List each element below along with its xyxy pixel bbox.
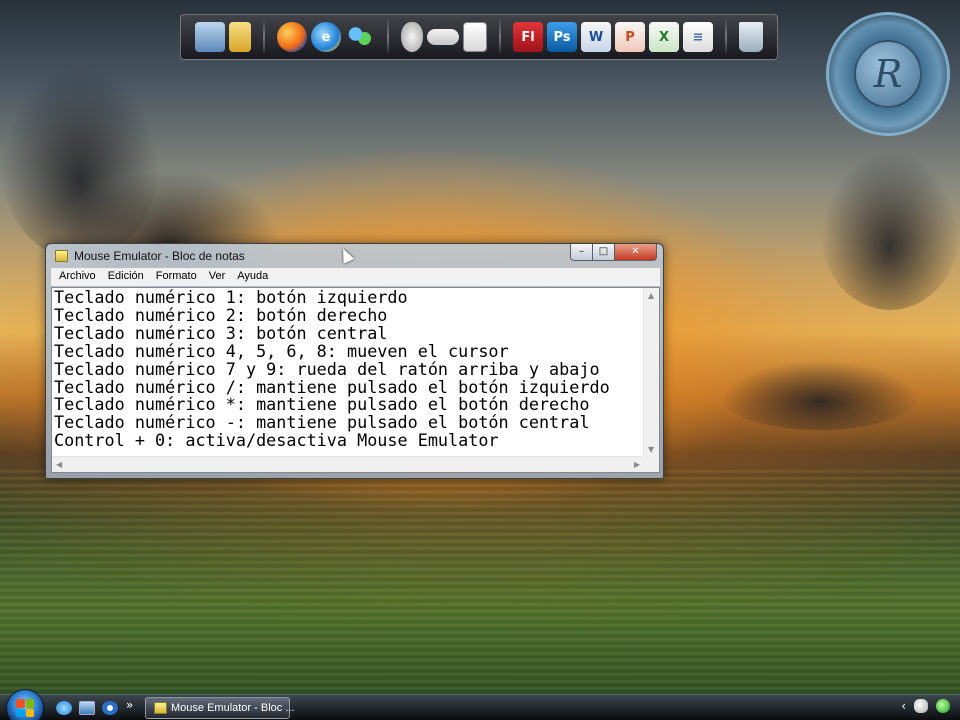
wallpaper-cloud [820,150,960,310]
firefox-icon[interactable] [277,22,307,52]
tray-chevron-icon[interactable]: ‹ [901,699,906,713]
mouse-emulator-tray-icon[interactable] [914,699,928,713]
logo-letter: R [854,40,922,108]
scroll-left-arrow-icon[interactable]: ◀ [56,460,62,469]
wallpaper-cloud [0,60,160,260]
text-content[interactable]: Teclado numérico 1: botón izquierdo Tecl… [52,288,644,457]
mouse-icon[interactable] [401,22,423,52]
close-button[interactable]: ✕ [615,244,657,261]
text-editor[interactable]: Teclado numérico 1: botón izquierdo Tecl… [51,287,660,473]
menu-formato[interactable]: Formato [150,268,203,286]
notepad-icon [55,250,68,262]
internet-explorer-icon[interactable] [56,701,72,715]
horizontal-scrollbar[interactable]: ◀ ▶ [52,456,644,472]
window-controls: – □ ✕ [570,244,657,261]
system-tray: ‹ [901,699,950,713]
wallpaper-sea [0,470,960,720]
flash-icon[interactable]: Fl [513,22,543,52]
menu-bar: Archivo Edición Formato Ver Ayuda [51,268,660,286]
menu-edicion[interactable]: Edición [102,268,150,286]
logo-badge: R [826,12,950,136]
dock-separator [263,20,265,54]
document-icon[interactable]: ≡ [683,22,713,52]
computer-icon[interactable] [195,22,225,52]
menu-archivo[interactable]: Archivo [53,268,102,286]
minimize-button[interactable]: – [570,244,593,261]
text-line: Teclado numérico 4, 5, 6, 8: mueven el c… [54,340,509,361]
notepad-icon[interactable] [463,22,487,52]
text-line: Teclado numérico 7 y 9: rueda del ratón … [54,358,600,379]
media-player-icon[interactable] [102,701,118,715]
maximize-button[interactable]: □ [593,244,615,261]
vertical-scrollbar[interactable]: ▲ ▼ [643,288,659,457]
dock-separator [499,20,501,54]
excel-icon[interactable]: X [649,22,679,52]
messenger-icon[interactable] [345,22,375,52]
keyboard-icon[interactable] [427,29,459,45]
scroll-down-arrow-icon[interactable]: ▼ [648,445,654,454]
taskbar-button-notepad[interactable]: Mouse Emulator - Bloc ... [145,697,295,719]
scroll-up-arrow-icon[interactable]: ▲ [648,291,654,300]
window-title: Mouse Emulator - Bloc de notas [74,249,245,263]
quicklaunch-chevron-icon[interactable]: » [126,698,133,712]
taskbar: » Mouse Emulator - Bloc ... ‹ [0,689,960,720]
notepad-window: Mouse Emulator - Bloc de notas – □ ✕ Arc… [45,243,664,479]
dock-separator [387,20,389,54]
window-titlebar[interactable]: Mouse Emulator - Bloc de notas – □ ✕ [46,244,663,268]
photoshop-icon[interactable]: Ps [547,22,577,52]
folder-icon[interactable] [229,22,251,52]
word-icon[interactable]: W [581,22,611,52]
top-dock: e Fl Ps W P X ≡ [180,14,778,60]
wallpaper-cloud [720,360,920,430]
scroll-right-arrow-icon[interactable]: ▶ [634,460,640,469]
windows-logo-icon [16,699,34,717]
menu-ayuda[interactable]: Ayuda [231,268,274,286]
taskbar-button-label: Mouse Emulator - Bloc ... [171,702,295,714]
menu-ver[interactable]: Ver [203,268,232,286]
internet-explorer-icon[interactable]: e [311,22,341,52]
start-button[interactable] [6,689,44,720]
status-tray-icon[interactable] [936,699,950,713]
text-line: Control + 0: activa/desactiva Mouse Emul… [54,430,499,451]
notepad-icon [154,702,167,714]
resize-grip-icon[interactable] [643,456,659,472]
show-desktop-icon[interactable] [79,701,95,715]
dock-separator [725,20,727,54]
powerpoint-icon[interactable]: P [615,22,645,52]
recycle-bin-icon[interactable] [739,22,763,52]
